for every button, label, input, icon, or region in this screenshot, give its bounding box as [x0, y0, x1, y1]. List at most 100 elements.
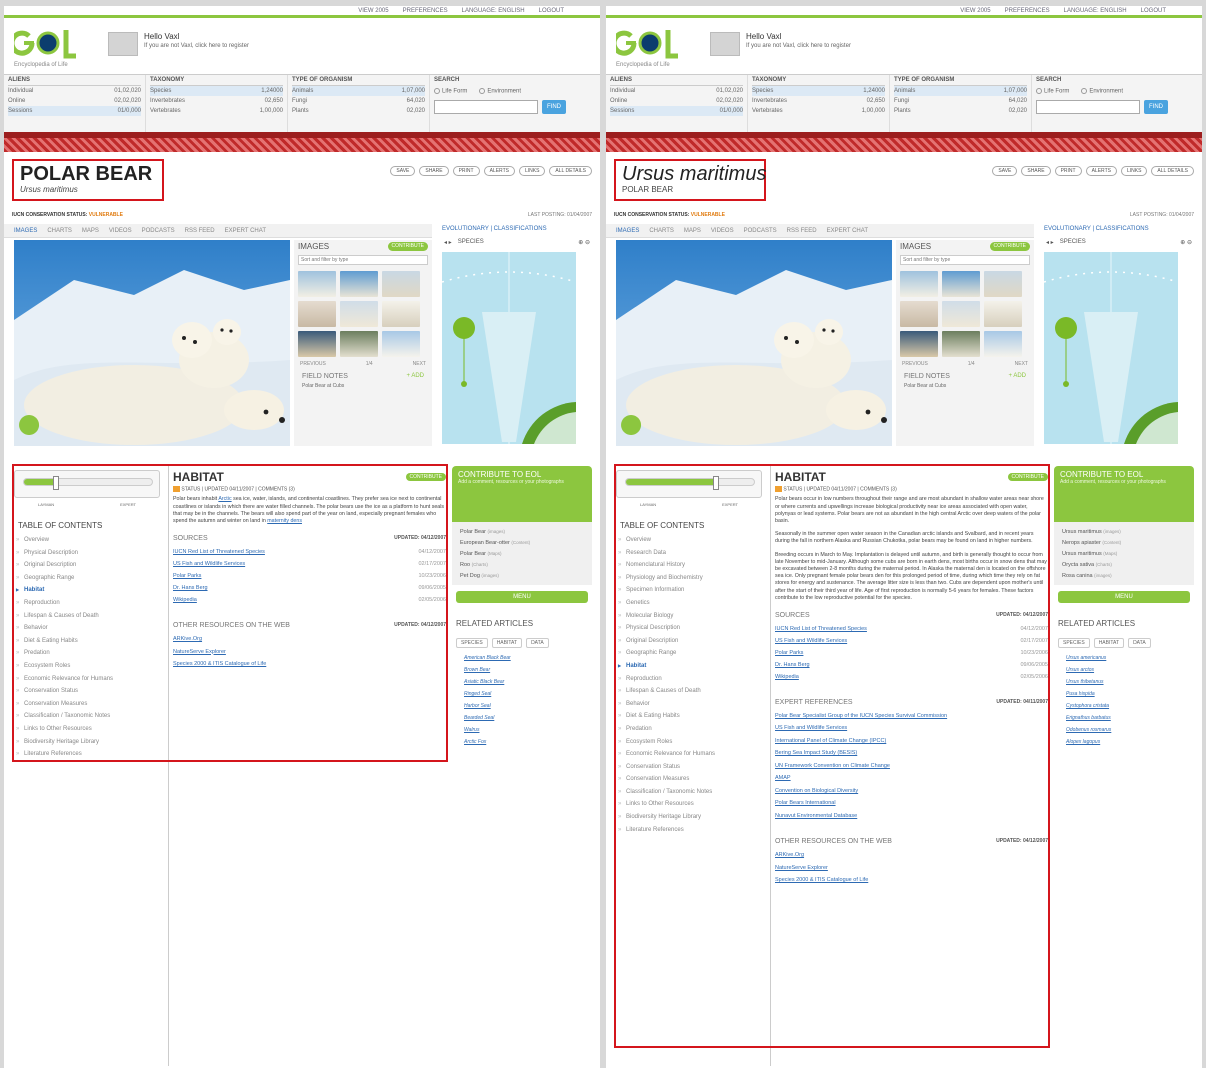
resource-link[interactable]: ARKive.Org: [173, 636, 202, 642]
image-filter-select[interactable]: Sort and filter by type: [900, 255, 1030, 265]
stats-row[interactable]: Species 1,24000: [752, 86, 885, 96]
tab-charts[interactable]: CHARTS: [649, 224, 674, 237]
thumbnail[interactable]: [382, 331, 420, 357]
radio-life-form[interactable]: Life Form: [434, 88, 467, 95]
stats-row[interactable]: Animals 1,07,000: [894, 86, 1027, 96]
print-button[interactable]: PRINT: [1054, 166, 1082, 176]
prev-link[interactable]: PREVIOUS: [300, 361, 326, 367]
thumbnail[interactable]: [340, 331, 378, 357]
stats-row[interactable]: Plants 02,020: [894, 106, 1027, 116]
toc-item[interactable]: Original Description: [14, 559, 160, 572]
thumbnail[interactable]: [340, 271, 378, 297]
all-details-button[interactable]: ALL DETAILS: [1151, 166, 1194, 176]
source-link[interactable]: Polar Parks: [775, 647, 803, 659]
stats-row[interactable]: Vertebrates 1,00,000: [752, 106, 885, 116]
toc-item[interactable]: Conservation Measures: [616, 773, 762, 786]
iucn-value[interactable]: VULNERABLE: [691, 212, 725, 218]
expert-ref-link[interactable]: UN Framework Convention on Climate Chang…: [775, 763, 890, 769]
alerts-button[interactable]: ALERTS: [483, 166, 515, 176]
related-tab-species[interactable]: SPECIES: [456, 638, 488, 648]
related-tab-species[interactable]: SPECIES: [1058, 638, 1090, 648]
find-button[interactable]: FIND: [542, 100, 566, 114]
toc-item[interactable]: Research Data: [616, 547, 762, 560]
thumbnail[interactable]: [984, 301, 1022, 327]
toc-item[interactable]: Overview: [616, 534, 762, 547]
top-nav-link[interactable]: VIEW 2005: [358, 6, 388, 15]
contribution-item[interactable]: Pet Dog (images): [460, 570, 584, 581]
toc-item[interactable]: Original Description: [616, 635, 762, 648]
thumbnail[interactable]: [382, 301, 420, 327]
thumbnail[interactable]: [984, 331, 1022, 357]
print-button[interactable]: PRINT: [452, 166, 480, 176]
iucn-value[interactable]: VULNERABLE: [89, 212, 123, 218]
toc-item[interactable]: Literature References: [14, 748, 160, 761]
inline-link[interactable]: Arctic: [218, 496, 231, 502]
section-meta[interactable]: STATUS | UPDATED 04/11/2007 | COMMENTS (…: [775, 484, 1048, 496]
top-nav-link[interactable]: PREFERENCES: [1005, 6, 1050, 15]
thumbnail[interactable]: [942, 331, 980, 357]
toc-item[interactable]: Behavior: [14, 622, 160, 635]
polar-bear-photo[interactable]: [14, 240, 290, 446]
toc-item[interactable]: Overview: [14, 534, 160, 547]
slider-handle[interactable]: [712, 476, 719, 490]
contribution-item[interactable]: Nerops apiaster (Content): [1062, 537, 1186, 548]
toc-item[interactable]: Geographic Range: [14, 572, 160, 585]
top-nav-link[interactable]: LOGOUT: [539, 6, 564, 15]
toc-item[interactable]: Physical Description: [616, 622, 762, 635]
related-link[interactable]: Ursus arctos: [1054, 664, 1194, 676]
contribution-item[interactable]: Orycta sativa (Charts): [1062, 559, 1186, 570]
expert-ref-link[interactable]: Bering Sea Impact Study (BESIS): [775, 750, 857, 756]
resource-link[interactable]: Species 2000 & ITIS Catalogue of Life: [775, 877, 868, 883]
stats-row[interactable]: Plants 02,020: [292, 106, 425, 116]
tab-maps[interactable]: MAPS: [82, 224, 99, 237]
resource-link[interactable]: NatureServe Explorer: [775, 865, 828, 871]
related-link[interactable]: Brown Bear: [452, 664, 592, 676]
toc-item[interactable]: Habitat: [14, 584, 160, 597]
thumbnail[interactable]: [298, 331, 336, 357]
toc-item[interactable]: Biodiversity Heritage Library: [14, 736, 160, 749]
expert-ref-link[interactable]: US Fish and Wildlife Services: [775, 725, 847, 731]
tab-rss-feed[interactable]: RSS FEED: [185, 224, 215, 237]
search-input[interactable]: [434, 100, 538, 114]
expert-ref-link[interactable]: Polar Bear Specialist Group of the IUCN …: [775, 713, 947, 719]
zoom-icon[interactable]: ⊕ ⊖: [1180, 239, 1192, 246]
tab-videos[interactable]: VIDEOS: [711, 224, 734, 237]
expert-ref-link[interactable]: Polar Bears International: [775, 800, 836, 806]
contribute-box[interactable]: CONTRIBUTE TO EOL Add a comment, resourc…: [1054, 466, 1194, 522]
contribute-badge[interactable]: CONTRIBUTE: [1007, 473, 1048, 481]
greeting-sub[interactable]: If you are not Vaxl, click here to regis…: [144, 43, 249, 49]
stats-row[interactable]: Invertebrates 02,650: [752, 96, 885, 106]
stats-row[interactable]: Sessions 01/0,000: [610, 106, 743, 116]
toc-item[interactable]: Ecosystem Roles: [14, 660, 160, 673]
share-button[interactable]: SHARE: [1021, 166, 1051, 176]
top-nav-link[interactable]: LOGOUT: [1141, 6, 1166, 15]
related-link[interactable]: Ursus thibetanus: [1054, 676, 1194, 688]
source-link[interactable]: Dr. Hans Berg: [775, 659, 810, 671]
evolutionary-tree-viz[interactable]: [1044, 252, 1178, 444]
field-note-item[interactable]: Polar Bear at Cubs: [294, 380, 432, 392]
expert-ref-link[interactable]: International Panel of Climate Change (I…: [775, 738, 886, 744]
find-button[interactable]: FIND: [1144, 100, 1168, 114]
stats-row[interactable]: Fungi 64,020: [292, 96, 425, 106]
toc-item[interactable]: Classification / Taxonomic Notes: [14, 710, 160, 723]
contribution-item[interactable]: Ursus maritimus (images): [1062, 526, 1186, 537]
related-link[interactable]: Bearded Seal: [452, 712, 592, 724]
stats-row[interactable]: Individual 01,02,020: [8, 86, 141, 96]
source-link[interactable]: US Fish and Wildlife Services: [775, 635, 847, 647]
tab-images[interactable]: IMAGES: [14, 224, 37, 237]
stats-row[interactable]: Online 02,02,020: [610, 96, 743, 106]
add-field-note-link[interactable]: + ADD: [1008, 373, 1026, 380]
thumbnail[interactable]: [340, 301, 378, 327]
inline-link[interactable]: maternity dens: [267, 518, 302, 524]
field-note-item[interactable]: Polar Bear at Cubs: [896, 380, 1034, 392]
toc-item[interactable]: Conservation Status: [14, 685, 160, 698]
contribution-item[interactable]: Polar Bear (Maps): [460, 548, 584, 559]
tab-videos[interactable]: VIDEOS: [109, 224, 132, 237]
thumbnail[interactable]: [298, 301, 336, 327]
contribution-item[interactable]: Roo (Charts): [460, 559, 584, 570]
contribution-item[interactable]: Polar Bear (images): [460, 526, 584, 537]
toc-item[interactable]: Predation: [14, 647, 160, 660]
stats-row[interactable]: Individual 01,02,020: [610, 86, 743, 96]
add-field-note-link[interactable]: + ADD: [406, 373, 424, 380]
related-link[interactable]: Cystophora cristata: [1054, 700, 1194, 712]
